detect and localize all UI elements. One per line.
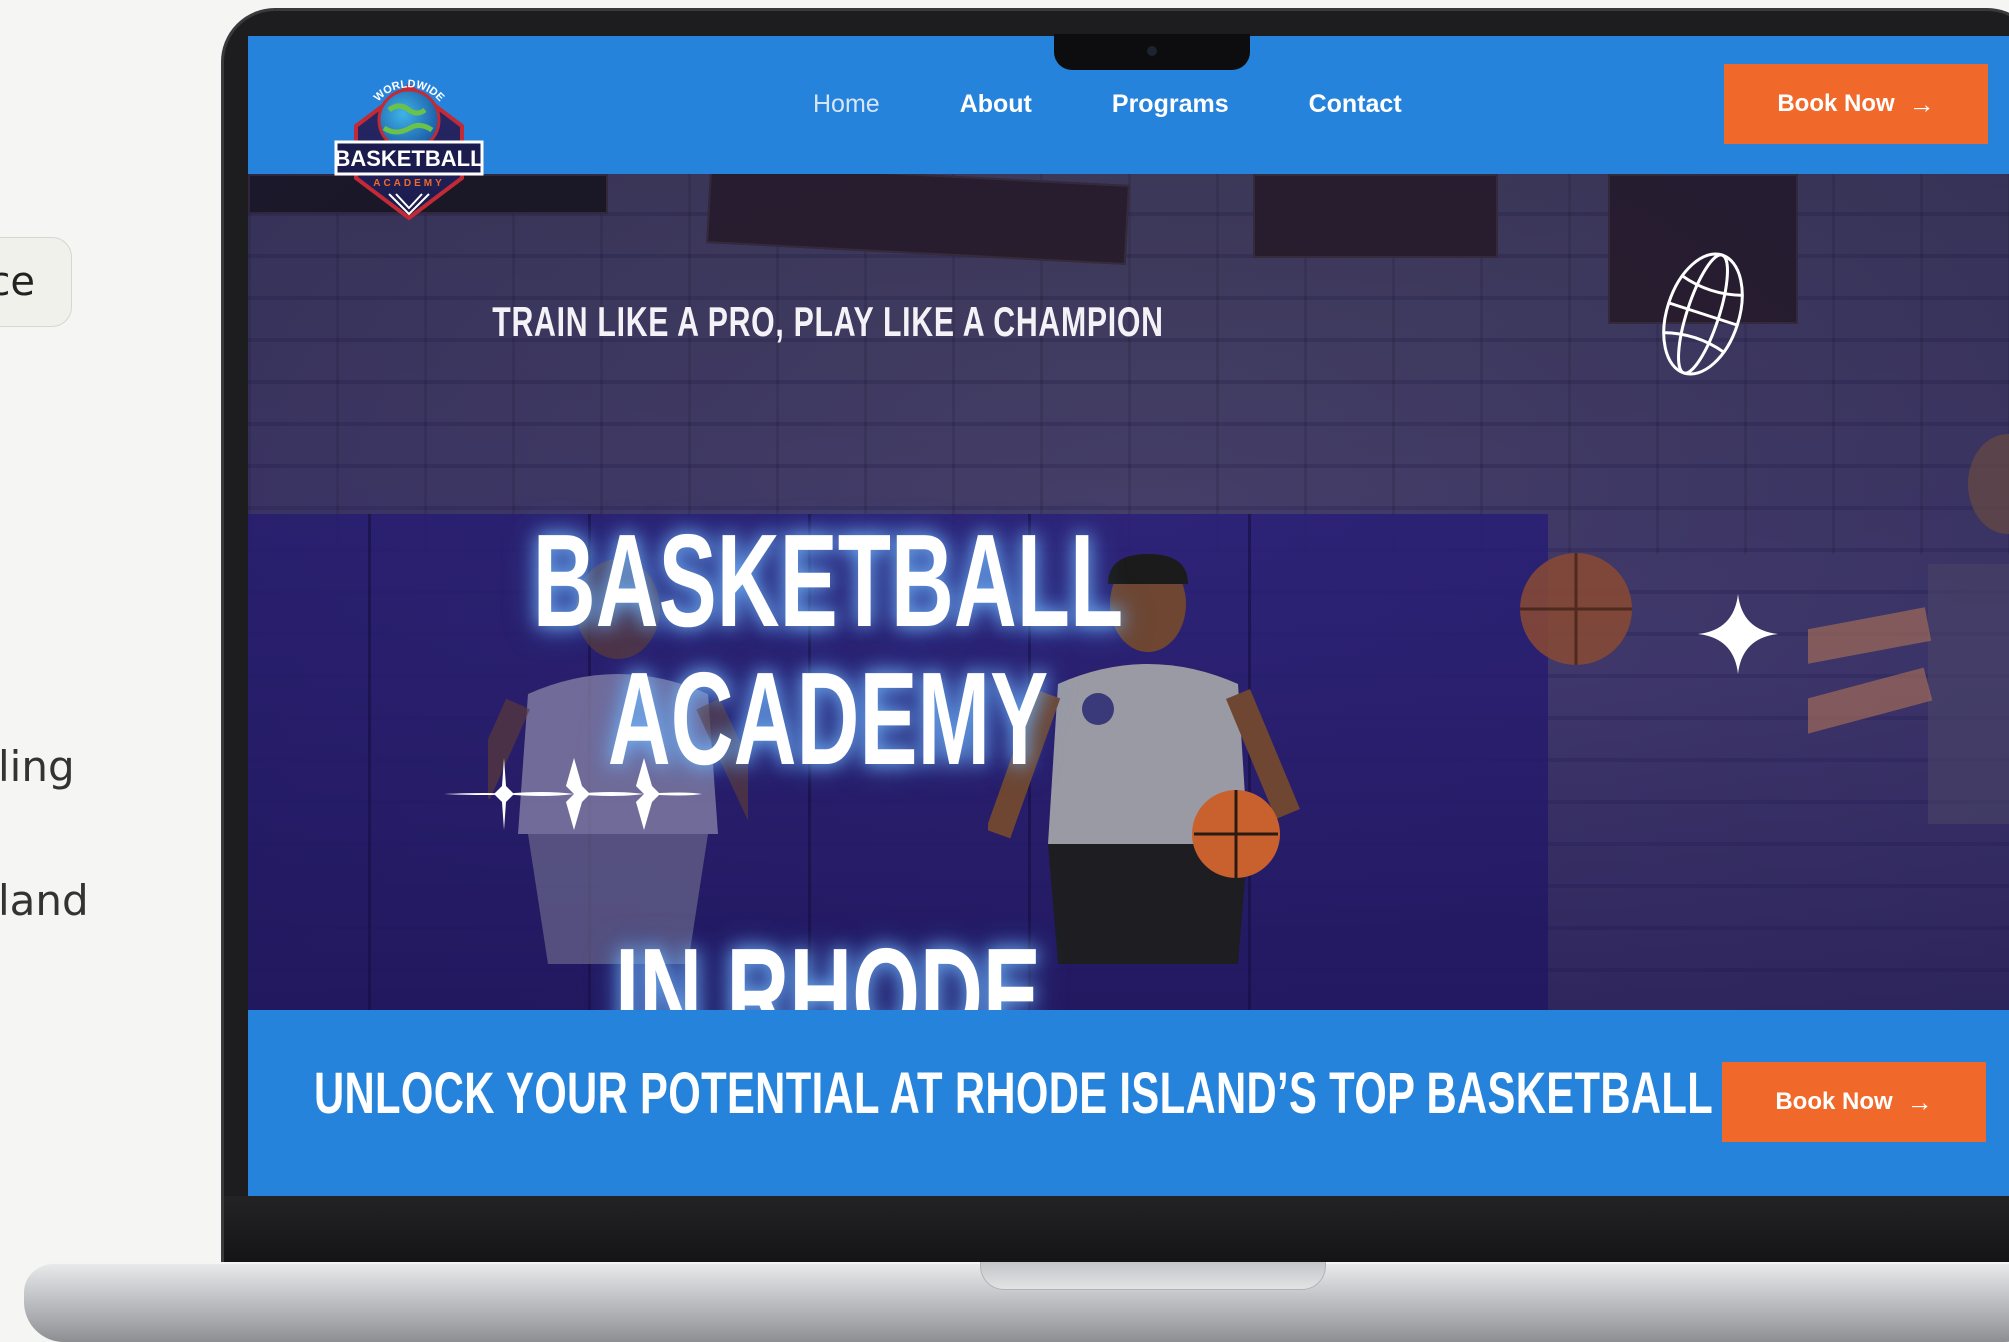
hero-title-line-2: IN RHODE ISLAND: [615, 921, 1041, 1011]
hero-title: BASKETBALL ACADEMY IN RHODE ISLAND: [445, 374, 1211, 1011]
nav-contact[interactable]: Contact: [1309, 90, 1402, 119]
basketball-image: [1520, 553, 1632, 665]
academy-logo[interactable]: WORLDWIDE BASKETBALL ACADEMY: [334, 68, 484, 228]
nav-home[interactable]: Home: [813, 90, 880, 119]
main-nav: Home About Programs Contact: [813, 90, 1482, 119]
book-now-button-header[interactable]: Book Now →: [1724, 64, 1988, 144]
partial-text-1: ling: [0, 742, 75, 791]
book-now-label: Book Now: [1775, 1088, 1893, 1115]
laptop-base-notch: [980, 1262, 1326, 1290]
book-now-label: Book Now: [1777, 90, 1895, 117]
cta-band: UNLOCK YOUR POTENTIAL AT RHODE ISLAND’S …: [248, 1010, 2009, 1196]
book-now-button-band[interactable]: Book Now →: [1722, 1062, 1986, 1142]
arrow-right-icon: →: [1908, 88, 1935, 119]
logo-main-text: BASKETBALL: [334, 146, 483, 171]
hero-tagline: TRAIN LIKE A PRO, PLAY LIKE A CHAMPION: [492, 298, 1164, 345]
player-passing-image: [1808, 434, 2009, 824]
sparkle-cluster-icon: [444, 758, 702, 830]
nav-about[interactable]: About: [960, 90, 1032, 119]
laptop-screen: WORLDWIDE BASKETBALL ACADEMY Home About …: [248, 36, 2009, 1196]
cta-headline: UNLOCK YOUR POTENTIAL AT RHODE ISLAND’S …: [314, 1061, 1937, 1126]
sparkle-icon: [1698, 594, 1778, 674]
nav-programs[interactable]: Programs: [1112, 90, 1229, 119]
partial-pill-button[interactable]: ce: [0, 237, 72, 327]
partial-pill-text: ce: [0, 259, 35, 305]
laptop-bottom-bezel: [224, 1196, 2009, 1264]
partial-text-2: land: [0, 876, 89, 925]
logo-sub-text: ACADEMY: [373, 178, 445, 189]
camera-icon: [1147, 46, 1157, 56]
camera-notch: [1054, 34, 1250, 70]
arrow-right-icon: →: [1906, 1086, 1933, 1117]
wire-basketball-icon: [1662, 252, 1744, 376]
hero-section: TRAIN LIKE A PRO, PLAY LIKE A CHAMPION B…: [248, 174, 2009, 1010]
